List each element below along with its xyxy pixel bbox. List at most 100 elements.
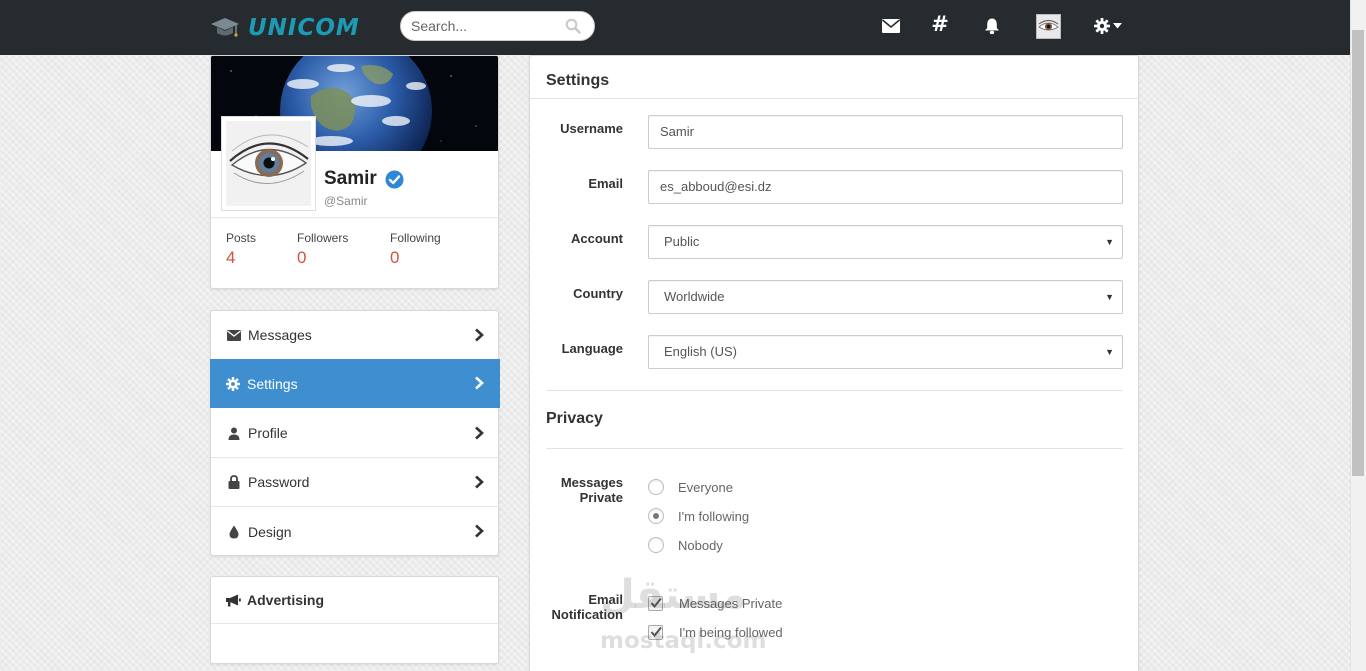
profile-name[interactable]: Samir bbox=[324, 168, 404, 190]
radio-label: Everyone bbox=[678, 479, 733, 495]
gear-icon bbox=[226, 376, 240, 391]
radio-following[interactable]: I'm following bbox=[648, 508, 749, 524]
gear-icon bbox=[1094, 18, 1110, 34]
caret-down-icon: ▼ bbox=[1105, 347, 1114, 357]
eye-photo bbox=[226, 121, 311, 206]
envelope-icon bbox=[227, 328, 241, 342]
verified-badge-icon bbox=[385, 170, 404, 188]
privacy-title: Privacy bbox=[546, 410, 603, 427]
username-label: Username bbox=[560, 121, 623, 136]
chevron-right-icon bbox=[475, 524, 484, 538]
account-select[interactable]: Public ▼ bbox=[648, 225, 1123, 259]
profile-handle: @Samir bbox=[324, 194, 368, 208]
sidebar-item-label: Password bbox=[248, 474, 310, 490]
account-label: Account bbox=[571, 231, 623, 246]
megaphone-icon bbox=[226, 594, 241, 606]
search-icon[interactable] bbox=[565, 18, 581, 34]
stat-label: Following bbox=[390, 231, 441, 245]
advertising-card: Advertising bbox=[210, 576, 499, 664]
sidebar-item-label: Settings bbox=[247, 375, 298, 392]
radio-label: I'm following bbox=[678, 508, 750, 524]
email-notification-label: Email Notification bbox=[551, 592, 624, 622]
scrollbar-thumb[interactable] bbox=[1352, 30, 1364, 476]
language-select[interactable]: English (US) ▼ bbox=[648, 335, 1123, 369]
check-icon bbox=[650, 597, 662, 609]
user-avatar-button[interactable] bbox=[1036, 14, 1061, 39]
avatar bbox=[1037, 15, 1060, 38]
checkbox-being-followed[interactable]: I'm being followed bbox=[648, 625, 783, 640]
radio-everyone[interactable]: Everyone bbox=[648, 479, 733, 495]
chevron-right-icon bbox=[475, 376, 484, 390]
radio-label: Nobody bbox=[678, 537, 723, 553]
divider bbox=[546, 390, 1123, 391]
radio-button[interactable] bbox=[648, 537, 664, 553]
email-label: Email bbox=[588, 176, 623, 191]
brand-name: UNICOM bbox=[248, 15, 360, 41]
username-field[interactable]: Samir bbox=[648, 115, 1123, 149]
bell-icon bbox=[985, 18, 999, 35]
chevron-right-icon bbox=[475, 328, 484, 342]
radio-button[interactable] bbox=[648, 479, 664, 495]
hashtag-nav-button[interactable]: # bbox=[929, 12, 951, 36]
search-input[interactable] bbox=[411, 16, 561, 36]
sidebar-item-messages[interactable]: Messages bbox=[211, 311, 500, 360]
advertising-header: Advertising bbox=[211, 577, 498, 624]
caret-down-icon: ▼ bbox=[1105, 237, 1114, 247]
notifications-nav-button[interactable] bbox=[981, 15, 1003, 37]
sidebar-item-profile[interactable]: Profile bbox=[211, 409, 500, 458]
check-icon bbox=[650, 626, 662, 638]
sidebar-item-label: Profile bbox=[248, 425, 288, 441]
language-select-value: English (US) bbox=[664, 344, 737, 359]
profile-name-text: Samir bbox=[324, 168, 377, 189]
profile-card: Samir @Samir Posts 4 Followers 0 Followi… bbox=[210, 55, 499, 289]
settings-dropdown-button[interactable] bbox=[1093, 15, 1123, 37]
stat-label: Followers bbox=[297, 231, 349, 245]
email-field[interactable]: es_abboud@esi.dz bbox=[648, 170, 1123, 204]
chevron-right-icon bbox=[475, 475, 484, 489]
top-navbar: UNICOM # bbox=[0, 0, 1350, 55]
messages-nav-button[interactable] bbox=[880, 15, 902, 37]
stat-posts[interactable]: Posts 4 bbox=[226, 231, 256, 268]
sidebar-item-password[interactable]: Password bbox=[211, 458, 500, 507]
sidebar-item-design[interactable]: Design bbox=[211, 507, 500, 556]
country-select-value: Worldwide bbox=[664, 289, 725, 304]
sidebar-item-settings[interactable]: Settings bbox=[210, 359, 500, 408]
lock-icon bbox=[227, 475, 241, 489]
radio-nobody[interactable]: Nobody bbox=[648, 537, 723, 553]
user-icon bbox=[227, 426, 241, 440]
stat-label: Posts bbox=[226, 231, 257, 245]
stat-following[interactable]: Following 0 bbox=[390, 231, 441, 268]
checkbox-label: Messages Private bbox=[679, 596, 783, 611]
stat-followers[interactable]: Followers 0 bbox=[297, 231, 348, 268]
account-select-value: Public bbox=[664, 234, 700, 249]
checkbox-label: I'm being followed bbox=[679, 625, 783, 640]
search-box bbox=[400, 11, 595, 41]
stat-value: 0 bbox=[390, 248, 400, 267]
caret-down-icon bbox=[1113, 23, 1122, 29]
hashtag-icon: # bbox=[931, 12, 949, 36]
chevron-right-icon bbox=[475, 426, 484, 440]
checkbox[interactable] bbox=[648, 625, 663, 640]
sidebar-item-label: Design bbox=[248, 523, 292, 540]
divider bbox=[530, 98, 1138, 99]
profile-photo[interactable] bbox=[221, 116, 316, 211]
stat-value: 4 bbox=[226, 248, 236, 267]
country-select[interactable]: Worldwide ▼ bbox=[648, 280, 1123, 314]
drop-icon bbox=[227, 525, 241, 539]
checkbox-messages-private[interactable]: Messages Private bbox=[648, 596, 782, 611]
sidebar-item-label: Messages bbox=[248, 327, 312, 343]
advertising-title: Advertising bbox=[247, 592, 325, 608]
stat-value: 0 bbox=[297, 248, 307, 267]
sidebar-menu: Messages Settings Profile Password Desig… bbox=[210, 310, 500, 556]
graduation-cap-icon bbox=[211, 18, 239, 37]
brand-logo[interactable]: UNICOM bbox=[210, 11, 360, 45]
messages-private-label: Messages Private bbox=[560, 475, 623, 505]
divider bbox=[546, 448, 1123, 449]
country-label: Country bbox=[573, 286, 623, 301]
divider bbox=[211, 217, 498, 218]
caret-down-icon: ▼ bbox=[1105, 292, 1114, 302]
checkbox[interactable] bbox=[648, 596, 663, 611]
radio-button[interactable] bbox=[648, 508, 664, 524]
settings-panel: Settings Username Samir Email es_abboud@… bbox=[529, 55, 1139, 671]
language-label: Language bbox=[561, 341, 623, 356]
